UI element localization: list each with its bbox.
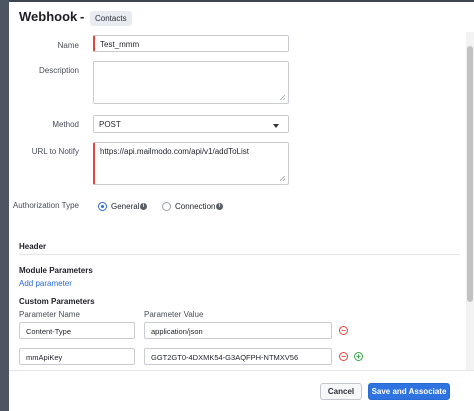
minus-circle-icon[interactable]: − — [339, 326, 348, 335]
description-field[interactable] — [93, 61, 289, 104]
title-separator: - — [80, 9, 85, 24]
url-label: URL to Notify — [31, 147, 79, 156]
webhook-modal: Webhook - Contacts Name Test_mmm Descrip… — [9, 2, 474, 411]
name-value: Test_mmm — [100, 40, 140, 49]
info-icon[interactable]: i — [216, 203, 223, 210]
name-field[interactable]: Test_mmm — [93, 35, 289, 52]
method-select[interactable]: POST — [93, 115, 289, 133]
modal-footer: Cancel Save and Associate — [9, 370, 474, 411]
scrollbar-thumb[interactable] — [467, 46, 473, 302]
radio-connection[interactable] — [162, 202, 171, 211]
method-label: Method — [52, 120, 79, 129]
chevron-down-icon — [273, 124, 279, 128]
save-and-associate-button[interactable]: Save and Associate — [368, 383, 450, 400]
param-value-text: application/json — [151, 327, 203, 336]
param-name-header: Parameter Name — [19, 310, 80, 319]
resize-handle-icon[interactable] — [280, 176, 285, 181]
auth-label: Authorization Type — [12, 201, 79, 210]
cancel-button[interactable]: Cancel — [320, 383, 362, 400]
header-section-title: Header — [19, 242, 47, 251]
radio-general[interactable] — [98, 202, 107, 211]
info-icon[interactable]: i — [140, 203, 147, 210]
param-value-input[interactable]: application/json — [144, 322, 332, 339]
param-value-header: Parameter Value — [144, 310, 204, 319]
modal-title: Webhook — [19, 9, 78, 24]
url-field[interactable]: https://api.mailmodo.com/api/v1/addToLis… — [93, 142, 289, 185]
url-value: https://api.mailmodo.com/api/v1/addToLis… — [100, 147, 249, 156]
name-label: Name — [57, 41, 79, 50]
minus-circle-icon[interactable]: − — [339, 352, 348, 361]
description-label: Description — [38, 66, 79, 75]
modal-header: Webhook - Contacts — [9, 2, 474, 32]
param-value-text: GGT2GT0-4DXMK54-G3AQFPH-NTMXV56 — [151, 353, 299, 362]
param-value-input[interactable]: GGT2GT0-4DXMK54-G3AQFPH-NTMXV56 — [144, 348, 332, 365]
module-params-title: Module Parameters — [19, 266, 93, 275]
auth-general-label: General — [111, 202, 140, 211]
param-name-input[interactable]: mmApiKey — [19, 348, 135, 365]
auth-connection-label: Connection — [175, 202, 216, 211]
param-name-value: mmApiKey — [26, 353, 63, 362]
resize-handle-icon[interactable] — [280, 95, 285, 100]
param-name-input[interactable]: Content-Type — [19, 322, 135, 339]
add-parameter-link[interactable]: Add parameter — [19, 279, 72, 288]
plus-circle-icon[interactable]: + — [354, 352, 363, 361]
param-name-value: Content-Type — [26, 327, 72, 336]
module-tag: Contacts — [90, 11, 132, 26]
method-value: POST — [99, 120, 121, 129]
section-divider — [19, 254, 460, 255]
custom-params-title: Custom Parameters — [19, 297, 95, 306]
backdrop-left — [0, 0, 9, 411]
